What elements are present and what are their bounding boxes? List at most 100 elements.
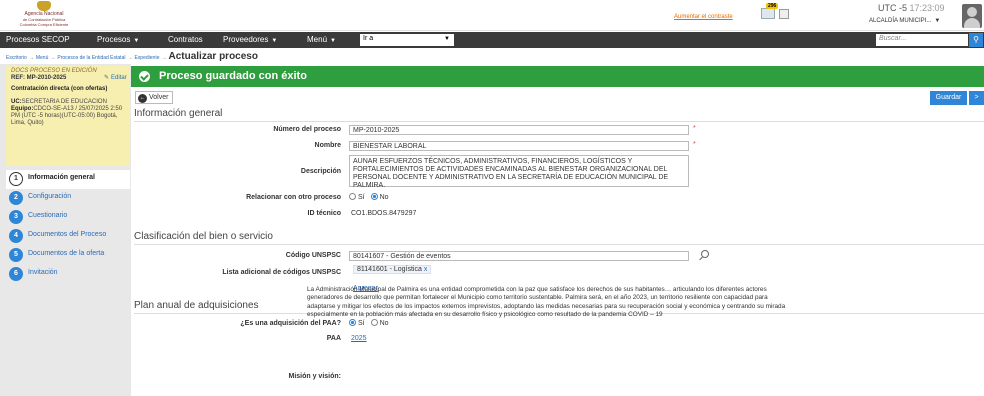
breadcrumb-separator: → bbox=[127, 55, 133, 61]
radio-no-icon bbox=[370, 319, 378, 326]
chevron-down-icon: ▼ bbox=[133, 38, 140, 44]
success-message: Proceso guardado con éxito bbox=[159, 70, 307, 82]
uc-value: SECRETARIA DE EDUCACION bbox=[21, 99, 107, 105]
step-informacion-general[interactable]: 1 Información general bbox=[6, 170, 130, 189]
required-marker: * bbox=[693, 125, 696, 132]
paa-question-label: ¿Es una adquisición del PAA? bbox=[240, 320, 341, 327]
chevron-down-icon: ▼ bbox=[444, 36, 450, 42]
process-status: DOCS PROCESO EN EDICIÓN bbox=[11, 68, 97, 74]
agency-logo[interactable]: Agencia Nacional de Contratación Pública… bbox=[4, 1, 84, 29]
unspsc-tag: 81141601 - Logística x bbox=[353, 265, 432, 274]
paa-radio-no[interactable]: No bbox=[370, 319, 389, 327]
process-ref: REF: MP-2010-2025 bbox=[11, 75, 67, 81]
radio-si-icon bbox=[349, 193, 356, 200]
step-label: Cuestionario bbox=[28, 212, 68, 219]
step-invitacion[interactable]: 6 Invitación bbox=[6, 265, 130, 284]
step-documentos-proceso[interactable]: 4 Documentos del Proceso bbox=[6, 227, 130, 246]
step-number: 2 bbox=[9, 191, 23, 205]
breadcrumb-procesos[interactable]: Procesos de la Entidad Estatal bbox=[57, 55, 125, 61]
save-button[interactable]: Guardar bbox=[930, 91, 967, 105]
top-header: Agencia Nacional de Contratación Pública… bbox=[0, 0, 984, 31]
contract-type: Contratación directa (con ofertas) bbox=[11, 86, 108, 92]
radio-si-label: Sí bbox=[358, 194, 365, 201]
codigo-field[interactable]: 80141607 - Gestión de eventos bbox=[349, 251, 689, 261]
main-content: Proceso guardado con éxito ← Volver Guard… bbox=[131, 64, 984, 396]
notifications-icon[interactable] bbox=[761, 8, 775, 19]
page-title: Actualizar proceso bbox=[168, 51, 258, 62]
checkmark-icon bbox=[139, 71, 150, 82]
user-menu[interactable]: ALCALDÍA MUNICIPI... ▼ bbox=[869, 18, 940, 24]
back-button[interactable]: ← Volver bbox=[135, 91, 174, 104]
breadcrumb-menu[interactable]: Menú bbox=[36, 55, 49, 61]
step-number: 4 bbox=[9, 229, 23, 243]
relacionar-radio-group: Sí No bbox=[349, 193, 389, 201]
nav-contratos[interactable]: Contratos bbox=[168, 35, 203, 44]
nav-procesos-secop[interactable]: Procesos SECOP bbox=[6, 35, 70, 44]
codigo-label: Código UNSPSC bbox=[285, 252, 341, 259]
radio-si-label: Sí bbox=[358, 320, 365, 327]
nombre-field[interactable]: BIENESTAR LABORAL bbox=[349, 141, 689, 151]
breadcrumb-separator: → bbox=[28, 55, 34, 61]
numero-field[interactable]: MP-2010-2025 bbox=[349, 125, 689, 135]
user-name: ALCALDÍA MUNICIPI... bbox=[869, 18, 932, 24]
section-clasificacion: Clasificación del bien o servicio bbox=[134, 231, 273, 242]
ir-a-select[interactable]: Ir a ▼ bbox=[360, 34, 454, 46]
timezone-label: UTC -5 bbox=[878, 3, 907, 13]
main-navbar: Procesos SECOP Procesos ▼ Contratos Prove… bbox=[0, 32, 984, 48]
step-label: Información general bbox=[28, 174, 95, 181]
next-button[interactable]: > bbox=[969, 91, 984, 105]
step-number: 3 bbox=[9, 210, 23, 224]
breadcrumb-expediente[interactable]: Expediente bbox=[134, 55, 159, 61]
radio-si[interactable]: Sí bbox=[349, 193, 365, 201]
avatar-icon[interactable] bbox=[962, 4, 982, 28]
breadcrumb-separator: → bbox=[50, 55, 56, 61]
nav-proveedores[interactable]: Proveedores ▼ bbox=[223, 35, 277, 44]
nombre-label: Nombre bbox=[314, 142, 341, 149]
section-plan-anual: Plan anual de adquisiciones bbox=[134, 300, 259, 311]
search-input[interactable]: Buscar... bbox=[876, 34, 968, 46]
back-arrow-icon: ← bbox=[138, 94, 147, 103]
process-unit-info: UC:SECRETARIA DE EDUCACION Equipo:CDCO-S… bbox=[11, 99, 131, 127]
success-banner: Proceso guardado con éxito bbox=[131, 66, 984, 87]
breadcrumb-escritorio[interactable]: Escritorio bbox=[6, 55, 27, 61]
radio-no-icon bbox=[370, 193, 378, 200]
nav-procesos-label: Procesos bbox=[97, 35, 131, 44]
paa-link[interactable]: 2025 bbox=[351, 335, 367, 342]
relacionar-label: Relacionar con otro proceso bbox=[246, 194, 341, 201]
paa-label: PAA bbox=[326, 335, 341, 342]
chevron-down-icon: ▼ bbox=[271, 38, 278, 44]
radio-no[interactable]: No bbox=[370, 193, 389, 201]
paa-radio-group: Sí No bbox=[349, 319, 389, 327]
edit-link[interactable]: Editar bbox=[104, 74, 127, 81]
step-configuracion[interactable]: 2 Configuración bbox=[6, 189, 130, 208]
mision-vision-text: La Administración Municipal de Palmira e… bbox=[307, 286, 786, 318]
nav-proveedores-label: Proveedores bbox=[223, 35, 269, 44]
calendar-icon[interactable] bbox=[779, 9, 789, 19]
lookup-icon[interactable] bbox=[701, 250, 709, 258]
step-number: 1 bbox=[9, 172, 23, 186]
section-informacion-general: Información general bbox=[134, 108, 223, 119]
process-sidebar: DOCS PROCESO EN EDICIÓN REF: MP-2010-202… bbox=[0, 64, 131, 396]
search-icon[interactable]: ⚲ bbox=[969, 33, 983, 47]
step-documentos-oferta[interactable]: 5 Documentos de la oferta bbox=[6, 246, 130, 265]
nav-procesos[interactable]: Procesos ▼ bbox=[97, 35, 139, 44]
radio-si-icon bbox=[349, 319, 356, 326]
contrast-link[interactable]: Aumentar el contraste bbox=[674, 14, 733, 20]
remove-tag-icon[interactable]: x bbox=[424, 266, 428, 273]
step-cuestionario[interactable]: 3 Cuestionario bbox=[6, 208, 130, 227]
breadcrumb-separator: → bbox=[161, 55, 167, 61]
back-button-label: Volver bbox=[149, 94, 169, 101]
section-divider bbox=[134, 244, 984, 245]
required-marker: * bbox=[693, 141, 696, 148]
numero-label: Número del proceso bbox=[273, 126, 341, 133]
id-tecnico-value: CO1.BDOS.8479297 bbox=[351, 210, 417, 217]
section-divider bbox=[134, 121, 984, 122]
descripcion-textarea[interactable]: AUNAR ESFUERZOS TÉCNICOS, ADMINISTRATIVO… bbox=[349, 155, 689, 189]
step-label: Invitación bbox=[28, 269, 58, 276]
id-tecnico-label: ID técnico bbox=[307, 210, 341, 217]
paa-radio-si[interactable]: Sí bbox=[349, 319, 365, 327]
wizard-steps: 1 Información general 2 Configuración 3 Cue… bbox=[6, 170, 130, 284]
clock: UTC -5 17:23:09 bbox=[878, 3, 945, 13]
descripcion-label: Descripción bbox=[300, 168, 341, 175]
nav-menu[interactable]: Menú ▼ bbox=[307, 35, 336, 44]
